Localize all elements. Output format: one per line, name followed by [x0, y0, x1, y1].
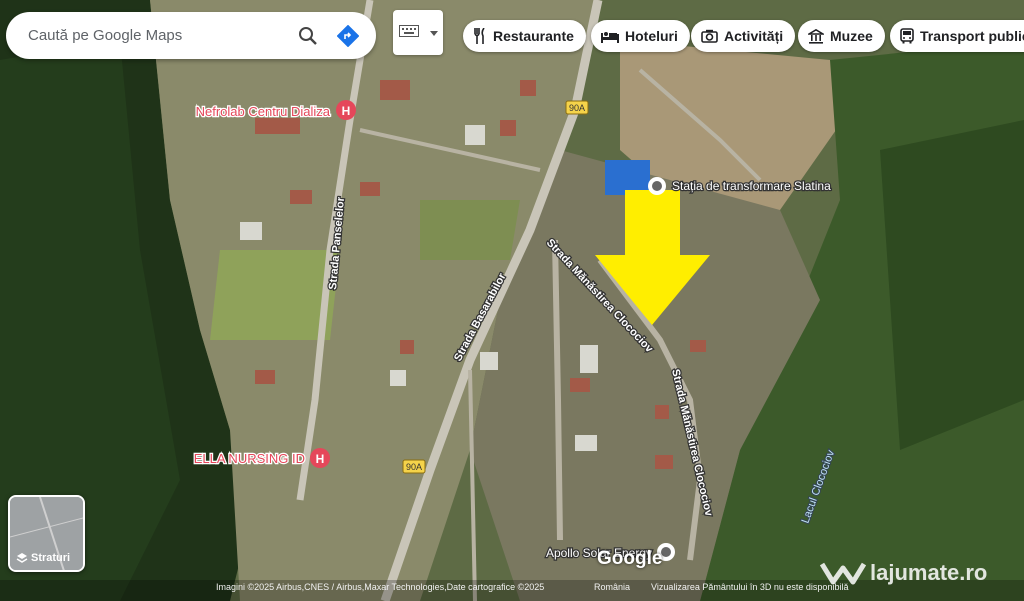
chip-transit[interactable]: Transport public [890, 20, 1024, 52]
chip-label: Activități [724, 28, 784, 44]
chip-restaurants[interactable]: Restaurante [463, 20, 586, 52]
hospital-icon[interactable]: H [310, 448, 330, 468]
svg-text:90A: 90A [406, 462, 422, 472]
chip-label: Transport public [920, 28, 1024, 44]
place-label[interactable]: ELLA NURSING ID [192, 450, 306, 468]
3d-note: Vizualizarea Pământului în 3D nu este di… [651, 582, 849, 592]
lajumate-logo-icon [820, 562, 866, 585]
svg-text:H: H [316, 452, 325, 466]
hospital-icon[interactable]: H [336, 100, 356, 120]
satellite-map[interactable]: Strada Panselelor Strada Basarabilor Str… [0, 0, 1024, 601]
watermark-text: lajumate.ro [870, 560, 988, 585]
search-icon[interactable] [288, 16, 328, 56]
google-logo: Google [597, 548, 663, 569]
place-pin-icon[interactable] [648, 177, 666, 195]
road-shield: 90A [565, 100, 589, 115]
input-tools-button[interactable] [393, 10, 443, 55]
watermark: lajumate.ro [820, 560, 987, 586]
museum-icon [808, 28, 824, 44]
layers-label: Straturi [31, 552, 71, 564]
road-shield: 90A [402, 459, 426, 474]
chip-museums[interactable]: Muzee [798, 20, 885, 52]
chip-label: Muzee [830, 28, 873, 44]
place-label[interactable]: Stația de transformare Slatina [671, 178, 833, 195]
svg-text:H: H [342, 104, 351, 118]
chevron-down-icon[interactable] [429, 24, 438, 42]
imagery-attribution[interactable]: Imagini ©2025 Airbus,CNES / Airbus,Maxar… [216, 582, 544, 592]
country-label: România [594, 582, 631, 592]
bed-icon [601, 32, 619, 43]
layers-icon [16, 553, 28, 563]
chip-activities[interactable]: Activități [691, 20, 796, 52]
keyboard-icon [398, 24, 419, 42]
camera-icon [701, 29, 718, 43]
search-box[interactable]: Caută pe Google Maps [6, 12, 376, 59]
place-label[interactable]: Nefrolab Centru Dializa [194, 103, 332, 121]
svg-text:90A: 90A [569, 103, 585, 113]
directions-icon[interactable] [328, 16, 368, 56]
search-input[interactable]: Caută pe Google Maps [28, 27, 288, 44]
fork-knife-icon [474, 28, 485, 44]
chip-hotels[interactable]: Hoteluri [591, 20, 690, 52]
layers-button[interactable]: Straturi [8, 495, 85, 572]
chip-label: Hoteluri [625, 28, 678, 44]
bus-icon [900, 28, 914, 44]
chip-label: Restaurante [493, 28, 574, 44]
